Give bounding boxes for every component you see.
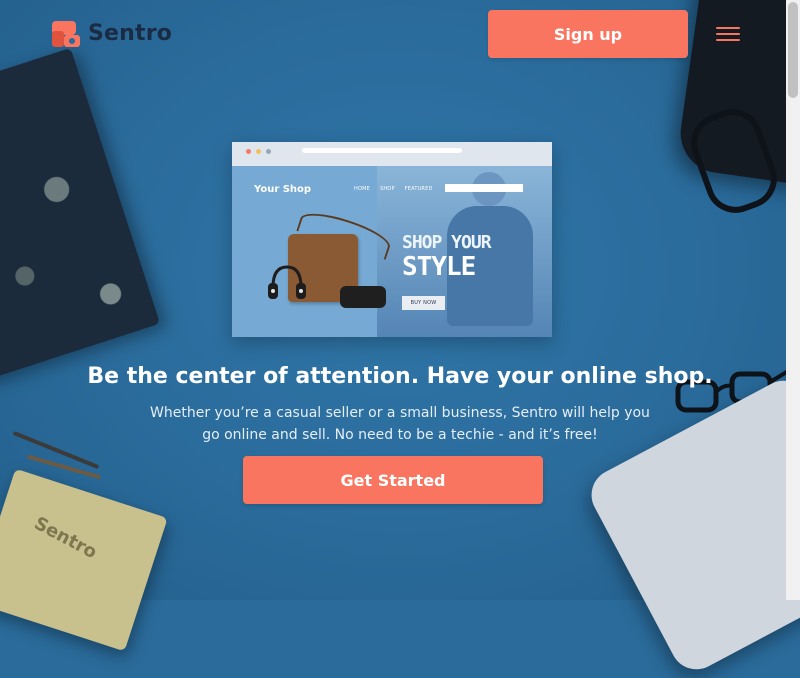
preview-search-bar: [445, 184, 523, 192]
pouch-product-image: [340, 286, 386, 308]
preview-nav-item: SHOP: [379, 186, 395, 192]
browser-minimize-dot: [256, 149, 261, 154]
headphones-product-image: [268, 265, 306, 299]
shop-preview-page: Your Shop HOME SHOP FEATURED SHOP YOUR S…: [232, 166, 552, 337]
browser-maximize-dot: [266, 149, 271, 154]
page-scrollbar[interactable]: [786, 0, 800, 600]
brand-logo[interactable]: Sentro: [50, 17, 172, 49]
brand-name: Sentro: [88, 20, 173, 46]
menu-bar: [716, 39, 740, 41]
preview-headline-style: STYLE: [402, 252, 476, 282]
preview-buy-now-button: BUY NOW: [402, 296, 445, 310]
menu-bar: [716, 33, 740, 35]
menu-bar: [716, 27, 740, 29]
shop-preview-browser: Your Shop HOME SHOP FEATURED SHOP YOUR S…: [232, 142, 552, 337]
hero-title: Be the center of attention. Have your on…: [87, 364, 713, 389]
preview-nav-item: FEATURED: [404, 186, 433, 192]
browser-close-dot: [246, 149, 251, 154]
notebook-brand-text: Sentro: [30, 512, 101, 564]
signup-button[interactable]: Sign up: [488, 10, 688, 58]
preview-nav-item: HOME: [354, 186, 370, 192]
browser-toolbar: [232, 142, 552, 166]
sentro-logo-icon: [52, 21, 80, 47]
get-started-button[interactable]: Get Started: [243, 456, 543, 504]
hamburger-menu-icon[interactable]: [716, 24, 740, 44]
preview-nav: HOME SHOP FEATURED: [354, 186, 433, 192]
preview-shop-name: Your Shop: [254, 184, 312, 195]
preview-headline: SHOP YOUR: [402, 232, 492, 253]
browser-url-bar: [302, 148, 462, 153]
scrollbar-thumb[interactable]: [788, 2, 798, 98]
hero-subtitle: Whether you’re a casual seller or a smal…: [150, 405, 650, 443]
